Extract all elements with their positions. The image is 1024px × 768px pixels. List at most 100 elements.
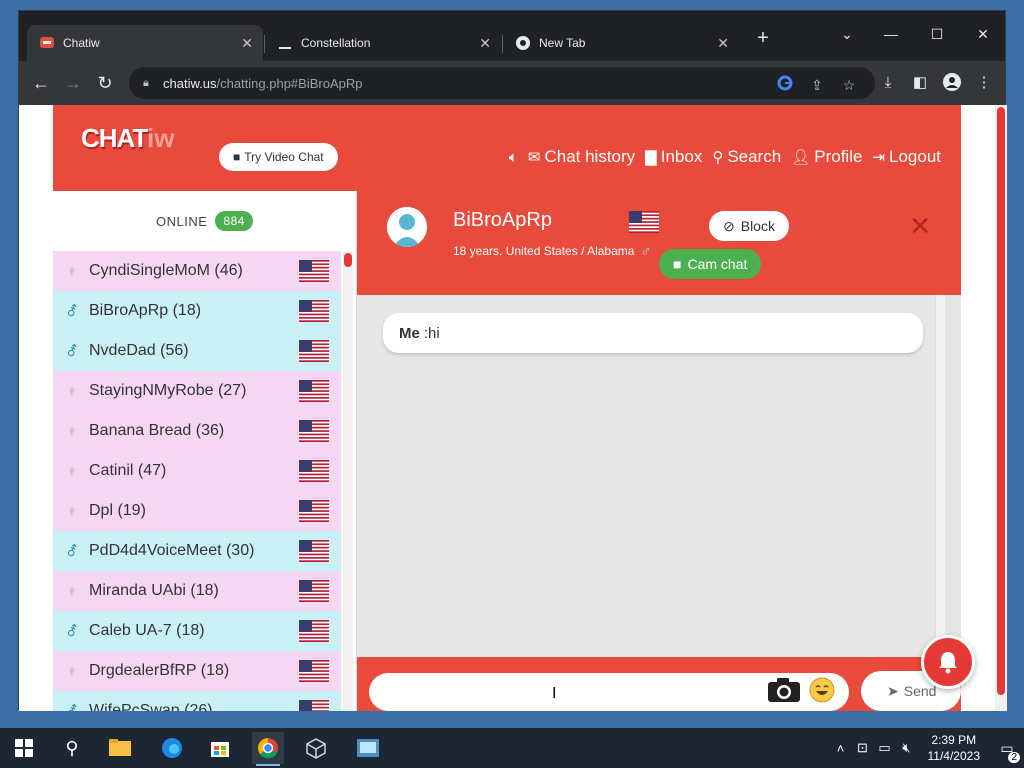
list-item[interactable]: ⚦ WifePcSwap (26) [53,691,341,711]
close-tab-icon[interactable]: ✕ [717,35,729,52]
female-gender-icon: ♀ [66,503,78,519]
profile-avatar-icon[interactable] [941,72,963,94]
side-panel-icon[interactable]: ◧ [909,72,931,94]
download-icon[interactable]: ⤓ [877,72,899,94]
file-explorer-icon[interactable] [104,732,136,764]
forward-arrow-icon[interactable]: → [61,71,85,95]
action-center-icon[interactable]: ▭ 2 [990,740,1024,763]
clock-time: 2:39 PM [931,733,977,747]
us-flag-icon [299,620,329,642]
chatiw-logo[interactable]: CHAT iw [75,115,185,161]
clock-date: 11/4/2023 [927,749,981,763]
female-gender-icon: ♀ [66,583,78,599]
us-flag-icon [299,300,329,322]
user-name: Miranda UAbi (18) [89,582,219,599]
close-tab-icon[interactable]: ✕ [241,35,253,52]
us-flag-icon [299,700,329,711]
us-flag-icon [299,580,329,602]
google-icon[interactable] [775,75,795,95]
sound-mute-button[interactable]: 🔈︎ [509,149,518,166]
online-users-panel: ONLINE 884 ♀ CyndiSingleMoM (46) ⚦ BiBroApR… [53,191,357,711]
block-icon: ⊘ [723,217,735,234]
tab-title: Chatiw [63,36,100,50]
chat-panel: BiBroApRp 18 years. United States / Alab… [357,191,961,711]
list-item[interactable]: ⚦ Caleb UA-7 (18) [53,611,341,651]
female-gender-icon: ♀ [66,423,78,439]
back-arrow-icon[interactable]: ← [29,71,53,95]
maximize-button[interactable]: ☐ [915,19,959,49]
emoji-icon[interactable] [809,677,835,703]
menu-kebab-icon[interactable]: ⋮ [973,72,995,94]
minimize-button[interactable]: — [869,19,913,49]
logo-text-suffix: iw [147,123,175,153]
user-name: PdD4d4VoiceMeet (30) [89,542,255,559]
message-sender: Me [399,324,420,342]
close-window-button[interactable]: ✕ [961,19,1005,49]
page-scrollbar[interactable] [995,105,1007,711]
address-bar[interactable]: 🔒︎ chatiw.us/chatting.php#BiBroApRp ⇪ ☆ [129,67,875,99]
bookmark-star-icon[interactable]: ☆ [839,75,859,95]
list-item[interactable]: ♀ StayingNMyRobe (27) [53,371,341,411]
speaker-mute-icon: 🔈︎ [508,148,518,166]
tab-title: New Tab [539,36,586,50]
notification-bell-icon[interactable] [921,635,975,689]
list-item[interactable]: ⚦ PdD4d4VoiceMeet (30) [53,531,341,571]
block-button[interactable]: ⊘ Block [709,211,789,241]
camera-icon[interactable] [767,677,801,703]
list-item[interactable]: ♀ Banana Bread (36) [53,411,341,451]
store-icon[interactable] [204,732,236,764]
network-tool-app-icon[interactable] [352,732,384,764]
us-flag-icon [299,420,329,442]
url-path: /chatting.php#BiBroApRp [216,75,363,91]
page-scroll-thumb[interactable] [997,107,1005,695]
share-icon[interactable]: ⇪ [807,75,827,95]
online-count-header: ONLINE 884 [53,191,356,251]
cam-chat-button[interactable]: ■ Cam chat [659,249,762,279]
search-link[interactable]: ⚲ Search [712,147,781,167]
tab-chatiw[interactable]: Chatiw ✕ [27,25,263,61]
us-flag-icon [299,340,329,362]
network-status-icon[interactable]: ⊡ [852,740,874,756]
profile-link[interactable]: 👤︎ Profile [791,147,862,167]
list-item[interactable]: ♀ Catinil (47) [53,451,341,491]
close-chat-icon[interactable]: ✕ [909,213,931,239]
us-flag-icon [299,660,329,682]
chat-history-link[interactable]: ✉ Chat history [528,147,635,167]
inbox-link[interactable]: ▇ Inbox [645,147,702,167]
message-scrollbar[interactable] [935,295,945,657]
female-gender-icon: ♀ [66,263,78,279]
tab-new-tab[interactable]: New Tab ✕ [503,25,739,61]
user-list-scrollbar[interactable] [343,251,353,711]
volume-muted-icon[interactable]: 🔇︎ [896,740,918,756]
tab-constellation[interactable]: Constellation ✕ [265,25,501,61]
edge-browser-icon[interactable] [156,732,188,764]
url-domain: chatiw.us [163,75,217,91]
list-item[interactable]: ♀ CyndiSingleMoM (46) [53,251,341,291]
list-item[interactable]: ♀ Dpl (19) [53,491,341,531]
new-tab-button[interactable]: + [751,27,775,51]
user-list-scroll-thumb[interactable] [344,253,352,267]
try-video-chat-button[interactable]: ■ Try Video Chat [219,143,338,171]
3d-box-app-icon[interactable] [300,732,332,764]
tab-search-icon[interactable]: ⌄ [825,19,869,49]
close-tab-icon[interactable]: ✕ [479,35,491,52]
logout-link[interactable]: ⇥ Logout [872,147,941,167]
tab-title: Constellation [301,36,371,50]
display-icon[interactable]: ▭ [874,740,896,756]
search-icon[interactable]: ⚲ [56,732,88,764]
list-item[interactable]: ♀ Miranda UAbi (18) [53,571,341,611]
message-bubble: Me : hi [383,313,923,353]
reload-icon[interactable]: ↻ [93,71,117,95]
male-gender-icon: ⚦ [66,622,78,639]
windows-start-icon[interactable] [8,732,40,764]
system-clock[interactable]: 2:39 PM 11/4/2023 [928,732,981,764]
list-item[interactable]: ♀ DrgdealerBfRP (18) [53,651,341,691]
avatar[interactable] [387,207,427,247]
user-name: DrgdealerBfRP (18) [89,662,230,679]
list-item[interactable]: ⚦ BiBroApRp (18) [53,291,341,331]
cam-chat-label: Cam chat [687,256,748,272]
list-item[interactable]: ⚦ NvdeDad (56) [53,331,341,371]
chrome-taskbar-icon[interactable] [252,732,284,766]
text-cursor-icon: I [552,685,557,702]
chevron-up-icon[interactable]: ˄ [830,741,852,756]
